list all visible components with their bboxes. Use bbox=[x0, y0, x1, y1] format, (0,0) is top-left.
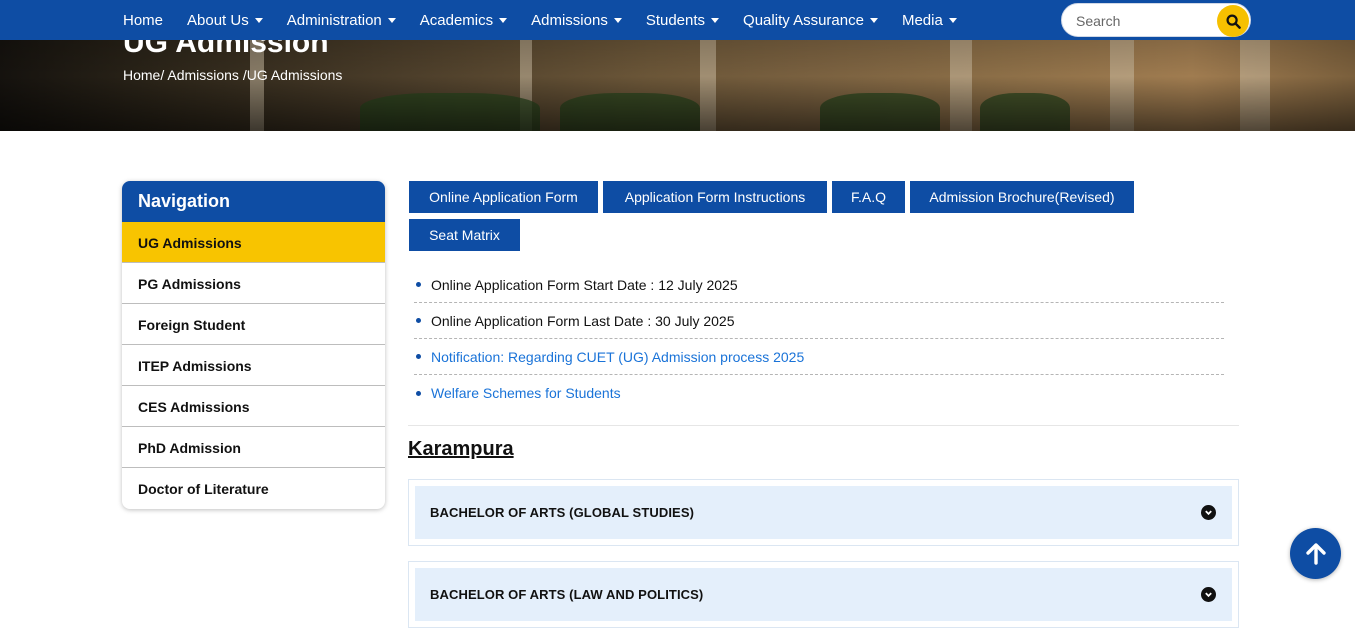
caret-down-icon bbox=[613, 17, 622, 23]
search-button[interactable] bbox=[1217, 5, 1249, 37]
menu-admissions[interactable]: Admissions bbox=[531, 12, 622, 29]
admission-info-list: Online Application Form Start Date : 12 … bbox=[414, 267, 1224, 411]
sidebar-item-pg-admissions[interactable]: PG Admissions bbox=[122, 263, 385, 304]
tab-application-form-instructions[interactable]: Application Form Instructions bbox=[603, 181, 827, 213]
caret-down-icon bbox=[948, 17, 957, 23]
tab-faq[interactable]: F.A.Q bbox=[832, 181, 905, 213]
chevron-down-icon bbox=[1201, 505, 1216, 520]
campus-heading: Karampura bbox=[408, 438, 514, 460]
tab-seat-matrix[interactable]: Seat Matrix bbox=[409, 219, 520, 251]
menu-home[interactable]: Home bbox=[123, 12, 163, 29]
accordion-header[interactable]: BACHELOR OF ARTS (GLOBAL STUDIES) bbox=[415, 486, 1232, 539]
menu-label: About Us bbox=[187, 11, 249, 29]
list-item: Online Application Form Start Date : 12 … bbox=[414, 267, 1224, 303]
welfare-schemes-link[interactable]: Welfare Schemes for Students bbox=[431, 385, 621, 401]
breadcrumb-current: UG Admissions bbox=[246, 67, 343, 83]
menu-students[interactable]: Students bbox=[645, 11, 720, 29]
bullet-icon bbox=[416, 354, 421, 359]
sidebar-heading: Navigation bbox=[122, 181, 385, 222]
list-item: Notification: Regarding CUET (UG) Admiss… bbox=[414, 339, 1224, 375]
tab-admission-brochure[interactable]: Admission Brochure(Revised) bbox=[910, 181, 1134, 213]
page-title: UG Admission bbox=[123, 40, 329, 59]
top-navbar: Home About Us Administration Academics A… bbox=[0, 0, 1355, 40]
bullet-icon bbox=[416, 282, 421, 287]
menu-administration[interactable]: Administration bbox=[287, 12, 396, 29]
breadcrumb-admissions[interactable]: Admissions / bbox=[164, 67, 246, 83]
caret-down-icon bbox=[499, 17, 508, 23]
bullet-icon bbox=[416, 318, 421, 323]
search-box bbox=[1061, 3, 1251, 37]
main-menu: Home About Us Administration Academics A… bbox=[123, 0, 981, 40]
page-banner: UG Admission Home/ Admissions /UG Admiss… bbox=[0, 40, 1355, 131]
menu-label: Administration bbox=[286, 11, 382, 29]
breadcrumb: Home/ Admissions /UG Admissions bbox=[123, 67, 342, 83]
menu-label: Admissions bbox=[531, 11, 608, 29]
menu-label: Students bbox=[645, 11, 706, 29]
caret-down-icon bbox=[254, 17, 263, 23]
divider bbox=[408, 425, 1239, 426]
search-input[interactable] bbox=[1076, 11, 1216, 31]
course-title: BACHELOR OF ARTS (GLOBAL STUDIES) bbox=[430, 505, 695, 520]
menu-label: Home bbox=[123, 11, 164, 29]
sidebar-item-itep-admissions[interactable]: ITEP Admissions bbox=[122, 345, 385, 386]
bullet-icon bbox=[416, 390, 421, 396]
menu-about-us[interactable]: About Us bbox=[187, 12, 263, 29]
caret-down-icon bbox=[387, 17, 396, 23]
list-item: Online Application Form Last Date : 30 J… bbox=[414, 303, 1224, 339]
menu-label: Quality Assurance bbox=[743, 11, 864, 29]
caret-down-icon bbox=[711, 17, 720, 23]
back-to-top-button[interactable] bbox=[1290, 528, 1341, 579]
info-last-date: Online Application Form Last Date : 30 J… bbox=[431, 312, 735, 329]
sidebar-item-foreign-student[interactable]: Foreign Student bbox=[122, 304, 385, 345]
sidebar-item-phd-admission[interactable]: PhD Admission bbox=[122, 427, 385, 468]
sidebar-item-ces-admissions[interactable]: CES Admissions bbox=[122, 386, 385, 427]
list-item: Welfare Schemes for Students bbox=[414, 375, 1224, 411]
menu-academics[interactable]: Academics bbox=[419, 11, 508, 29]
sidebar-navigation: Navigation UG Admissions PG Admissions F… bbox=[122, 181, 385, 509]
menu-label: Media bbox=[901, 11, 943, 29]
info-start-date: Online Application Form Start Date : 12 … bbox=[431, 276, 738, 293]
notification-link[interactable]: Notification: Regarding CUET (UG) Admiss… bbox=[431, 349, 804, 365]
menu-label: Academics bbox=[419, 11, 494, 29]
search-icon bbox=[1225, 13, 1241, 29]
tab-online-application-form[interactable]: Online Application Form bbox=[409, 181, 598, 213]
breadcrumb-home[interactable]: Home/ bbox=[123, 67, 164, 83]
menu-media[interactable]: Media bbox=[902, 12, 957, 29]
arrow-up-icon bbox=[1305, 542, 1326, 565]
caret-down-icon bbox=[869, 17, 878, 23]
menu-quality-assurance[interactable]: Quality Assurance bbox=[743, 12, 878, 29]
sidebar-item-doctor-of-literature[interactable]: Doctor of Literature bbox=[122, 468, 385, 509]
sidebar-item-ug-admissions[interactable]: UG Admissions bbox=[122, 222, 385, 263]
course-accordion: BACHELOR OF ARTS (GLOBAL STUDIES) bbox=[408, 479, 1239, 546]
